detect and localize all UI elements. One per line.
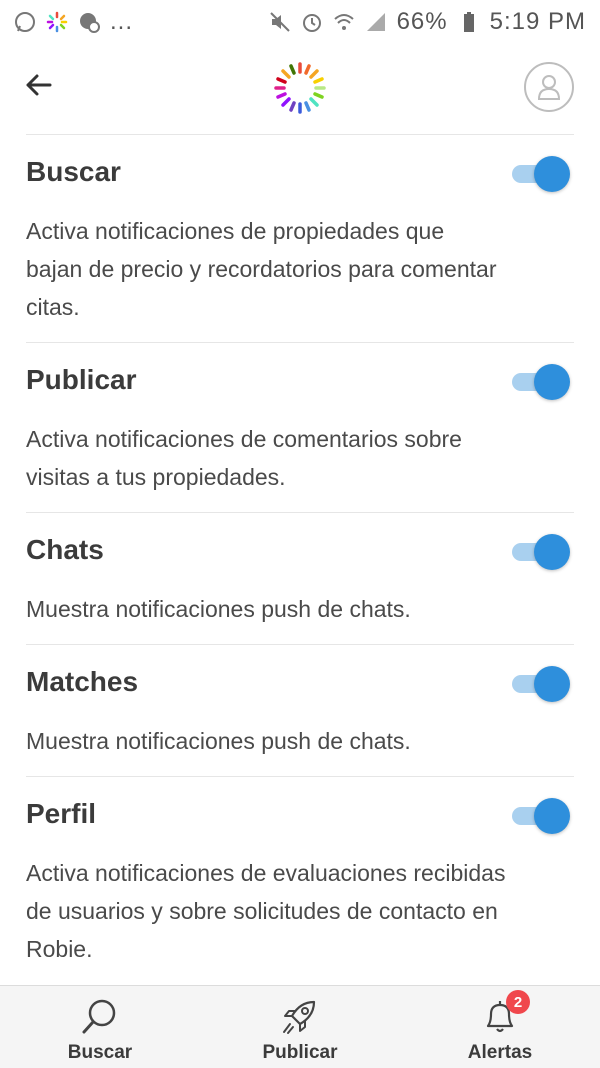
battery-percent: 66% [396, 8, 448, 35]
setting-title: Publicar [26, 364, 137, 395]
alarm-icon [301, 11, 323, 33]
user-icon [537, 75, 561, 100]
toggle-knob [534, 534, 570, 570]
setting-description: Muestra notificaciones push de chats. [26, 596, 411, 622]
setting-description: Activa notificaciones de comentarios sob… [26, 426, 462, 490]
bottom-navigation: Buscar Publicar 2 Alertas [0, 985, 600, 1068]
toggle-publicar[interactable] [512, 364, 570, 400]
profile-button[interactable] [524, 62, 574, 112]
toggle-knob [534, 364, 570, 400]
nav-label: Alertas [467, 1042, 533, 1063]
divider [26, 134, 574, 135]
setting-description: Activa notificaciones de propiedades que… [26, 218, 497, 320]
divider [26, 342, 574, 343]
signal-icon [365, 11, 387, 33]
mute-icon [269, 11, 291, 33]
divider [26, 776, 574, 777]
nav-publicar[interactable]: Publicar [200, 986, 400, 1068]
nav-label: Buscar [67, 1042, 133, 1063]
sunburst-logo-icon [272, 60, 328, 116]
toggle-buscar[interactable] [512, 156, 570, 192]
toggle-knob [534, 666, 570, 702]
notification-badge: 2 [506, 990, 530, 1014]
toggle-chats[interactable] [512, 534, 570, 570]
arrow-left-icon [26, 74, 52, 96]
setting-description: Muestra notificaciones push de chats. [26, 728, 411, 754]
setting-title: Perfil [26, 798, 97, 829]
toggle-knob [534, 156, 570, 192]
search-icon [82, 999, 116, 1034]
status-bar: ... 66% 5:19 PM [0, 0, 600, 44]
toggle-matches[interactable] [512, 666, 570, 702]
wifi-icon [333, 11, 355, 33]
divider [26, 512, 574, 513]
app-logo-small-icon [46, 11, 68, 33]
nav-buscar[interactable]: Buscar [0, 986, 200, 1068]
back-button[interactable] [22, 68, 56, 102]
status-time: 5:19 PM [489, 8, 586, 35]
battery-icon [458, 11, 480, 33]
setting-title: Chats [26, 534, 104, 565]
toggle-perfil[interactable] [512, 798, 570, 834]
setting-title: Matches [26, 666, 139, 697]
status-overflow: ... [110, 8, 134, 35]
chat-bubble-icon [78, 11, 100, 33]
whatsapp-icon [14, 11, 36, 33]
nav-alertas[interactable]: 2 Alertas [400, 986, 600, 1068]
setting-description: Activa notificaciones de evaluaciones re… [26, 860, 506, 962]
toggle-knob [534, 798, 570, 834]
divider [26, 644, 574, 645]
app-header [0, 50, 600, 134]
nav-label: Publicar [262, 1042, 338, 1063]
rocket-icon [283, 1000, 316, 1034]
setting-title: Buscar [26, 156, 121, 187]
